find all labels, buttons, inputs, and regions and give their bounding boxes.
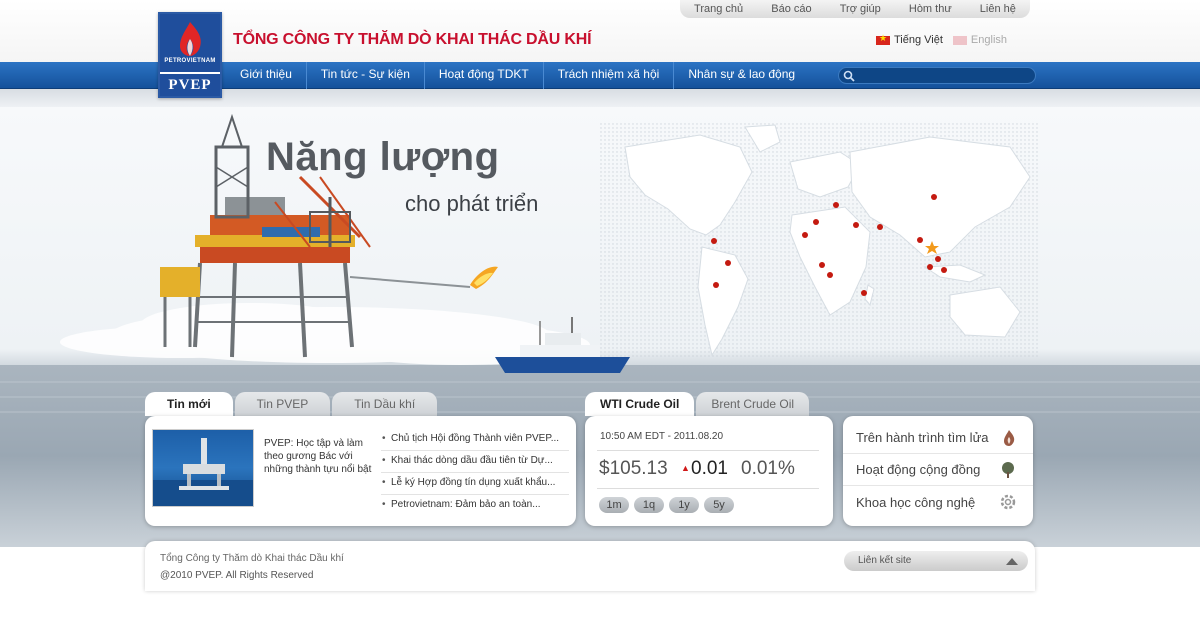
range-1m-button[interactable]: 1m	[599, 497, 629, 513]
map-marker	[827, 272, 833, 278]
cloud-bank	[60, 303, 590, 365]
footer-copyright: @2010 PVEP. All Rights Reserved	[160, 570, 314, 581]
nav-item-hr[interactable]: Nhân sự & lao động	[674, 62, 809, 89]
footer-company-name: Tổng Công ty Thăm dò Khai thác Dầu khí	[160, 553, 344, 564]
tab-wti-crude[interactable]: WTI Crude Oil	[585, 392, 695, 416]
news-panel: PVEP: Học tập và làm theo gương Bác với …	[145, 416, 576, 526]
map-marker	[941, 267, 947, 273]
quick-link-label: Hoạt động cộng đồng	[856, 462, 981, 477]
tree-icon	[1002, 461, 1014, 478]
rig-photo	[153, 438, 253, 506]
quick-link-label: Khoa học công nghệ	[856, 494, 976, 510]
nav-item-news-events[interactable]: Tin tức - Sự kiện	[307, 62, 425, 89]
pvep-logo[interactable]: PETROVIETNAM PVEP	[158, 12, 222, 98]
uk-flag-icon	[952, 35, 967, 45]
map-marker	[853, 222, 859, 228]
util-link-mailbox[interactable]: Hòm thư	[909, 3, 952, 15]
chevron-up-icon	[1006, 558, 1018, 565]
news-tabs: Tin mới Tin PVEP Tin Dầu khí	[145, 392, 438, 416]
oil-price-panel: 10:50 AM EDT - 2011.08.20 $105.13 ▲ 0.01…	[585, 416, 833, 526]
search-input[interactable]	[859, 69, 1029, 82]
banner-subheadline: cho phát triển	[405, 191, 539, 216]
quick-link-science[interactable]: Khoa học công nghệ	[843, 486, 1033, 518]
oil-price-percent: 0.01%	[741, 458, 795, 479]
quick-link-label: Trên hành trình tìm lửa	[856, 430, 989, 445]
page: Trang chủ Báo cáo Trợ giúp Hòm thư Liên …	[0, 0, 1200, 644]
map-marker	[711, 238, 717, 244]
news-list-item[interactable]: Lễ ký Hợp đồng tín dụng xuất khẩu...	[381, 473, 569, 495]
price-timestamp: 10:50 AM EDT - 2011.08.20	[600, 431, 724, 442]
util-link-reports[interactable]: Báo cáo	[771, 3, 811, 15]
news-list-item[interactable]: Chủ tịch Hội đồng Thành viên PVEP...	[381, 429, 569, 451]
nav-item-social-responsibility[interactable]: Trách nhiệm xã hội	[544, 62, 675, 89]
logo-pvep-text: PVEP	[160, 72, 220, 96]
tab-pvep-news[interactable]: Tin PVEP	[234, 392, 331, 416]
lang-en-label: English	[970, 34, 1007, 46]
map-marker	[927, 264, 933, 270]
map-marker	[931, 194, 937, 200]
vietnam-flag-icon	[876, 33, 890, 45]
map-marker	[833, 202, 839, 208]
banner-headline: Năng lượng	[266, 135, 500, 179]
site-links-label: Liên kết site	[858, 555, 912, 566]
main-nav-items: Giới thiệu Tin tức - Sự kiện Hoạt động T…	[226, 62, 809, 89]
tab-brent-crude[interactable]: Brent Crude Oil	[696, 392, 810, 416]
map-marker	[713, 282, 719, 288]
tab-latest-news[interactable]: Tin mới	[145, 392, 233, 416]
nav-item-about[interactable]: Giới thiệu	[226, 62, 307, 89]
utility-nav: Trang chủ Báo cáo Trợ giúp Hòm thư Liên …	[680, 0, 1030, 18]
price-up-arrow-icon: ▲	[681, 463, 690, 473]
logo-petrovietnam-text: PETROVIETNAM	[164, 58, 216, 64]
news-feature-image[interactable]	[152, 429, 254, 507]
oil-price-change: 0.01	[691, 458, 728, 479]
gear-icon	[1000, 494, 1016, 510]
news-feature-text[interactable]: PVEP: Học tập và làm theo gương Bác với …	[264, 437, 374, 476]
tab-oil-gas-news[interactable]: Tin Dầu khí	[332, 392, 438, 416]
quick-links-panel: Trên hành trình tìm lửa Hoạt động cộng đ…	[843, 416, 1033, 526]
range-1y-button[interactable]: 1y	[669, 497, 699, 513]
company-title: TỔNG CÔNG TY THĂM DÒ KHAI THÁC DẦU KHÍ	[233, 31, 592, 48]
util-link-help[interactable]: Trợ giúp	[840, 3, 881, 15]
util-link-contact[interactable]: Liên hệ	[980, 3, 1016, 15]
news-list-item[interactable]: Khai thác dòng dầu đầu tiên từ Dự...	[381, 451, 569, 473]
divider	[597, 488, 819, 489]
range-5y-button[interactable]: 5y	[704, 497, 734, 513]
lang-vi-label: Tiếng Việt	[894, 34, 943, 46]
lang-vietnamese[interactable]: Tiếng Việt	[876, 33, 943, 46]
oil-price-value: $105.13	[599, 458, 668, 479]
map-marker	[819, 262, 825, 268]
price-range-buttons: 1m 1q 1y 5y	[599, 497, 734, 513]
quick-link-journey[interactable]: Trên hành trình tìm lửa	[843, 422, 1033, 454]
search-box	[838, 67, 1036, 84]
map-marker	[813, 219, 819, 225]
map-marker	[935, 256, 941, 262]
util-link-home[interactable]: Trang chủ	[694, 3, 743, 15]
logo-top-panel: PETROVIETNAM	[160, 14, 220, 72]
nav-item-operations[interactable]: Hoạt động TDKT	[425, 62, 544, 89]
flame-logo-icon	[180, 22, 201, 56]
search-icon[interactable]	[843, 70, 855, 82]
footer: Tổng Công ty Thăm dò Khai thác Dầu khí @…	[145, 541, 1035, 591]
flame-icon	[1004, 429, 1015, 446]
news-list: Chủ tịch Hội đồng Thành viên PVEP... Kha…	[381, 429, 569, 517]
divider	[597, 450, 819, 451]
map-marker	[861, 290, 867, 296]
quick-link-community[interactable]: Hoạt động cộng đồng	[843, 454, 1033, 486]
news-list-item[interactable]: Petrovietnam: Đảm bảo an toàn...	[381, 495, 569, 517]
map-marker	[725, 260, 731, 266]
language-switcher: Tiếng Việt English	[876, 33, 1007, 46]
map-marker	[877, 224, 883, 230]
map-marker	[802, 232, 808, 238]
range-1q-button[interactable]: 1q	[634, 497, 664, 513]
site-links-dropdown[interactable]: Liên kết site	[844, 551, 1028, 571]
lang-english[interactable]: English	[952, 34, 1007, 46]
oil-price-tabs: WTI Crude Oil Brent Crude Oil	[585, 392, 810, 416]
map-marker	[917, 237, 923, 243]
